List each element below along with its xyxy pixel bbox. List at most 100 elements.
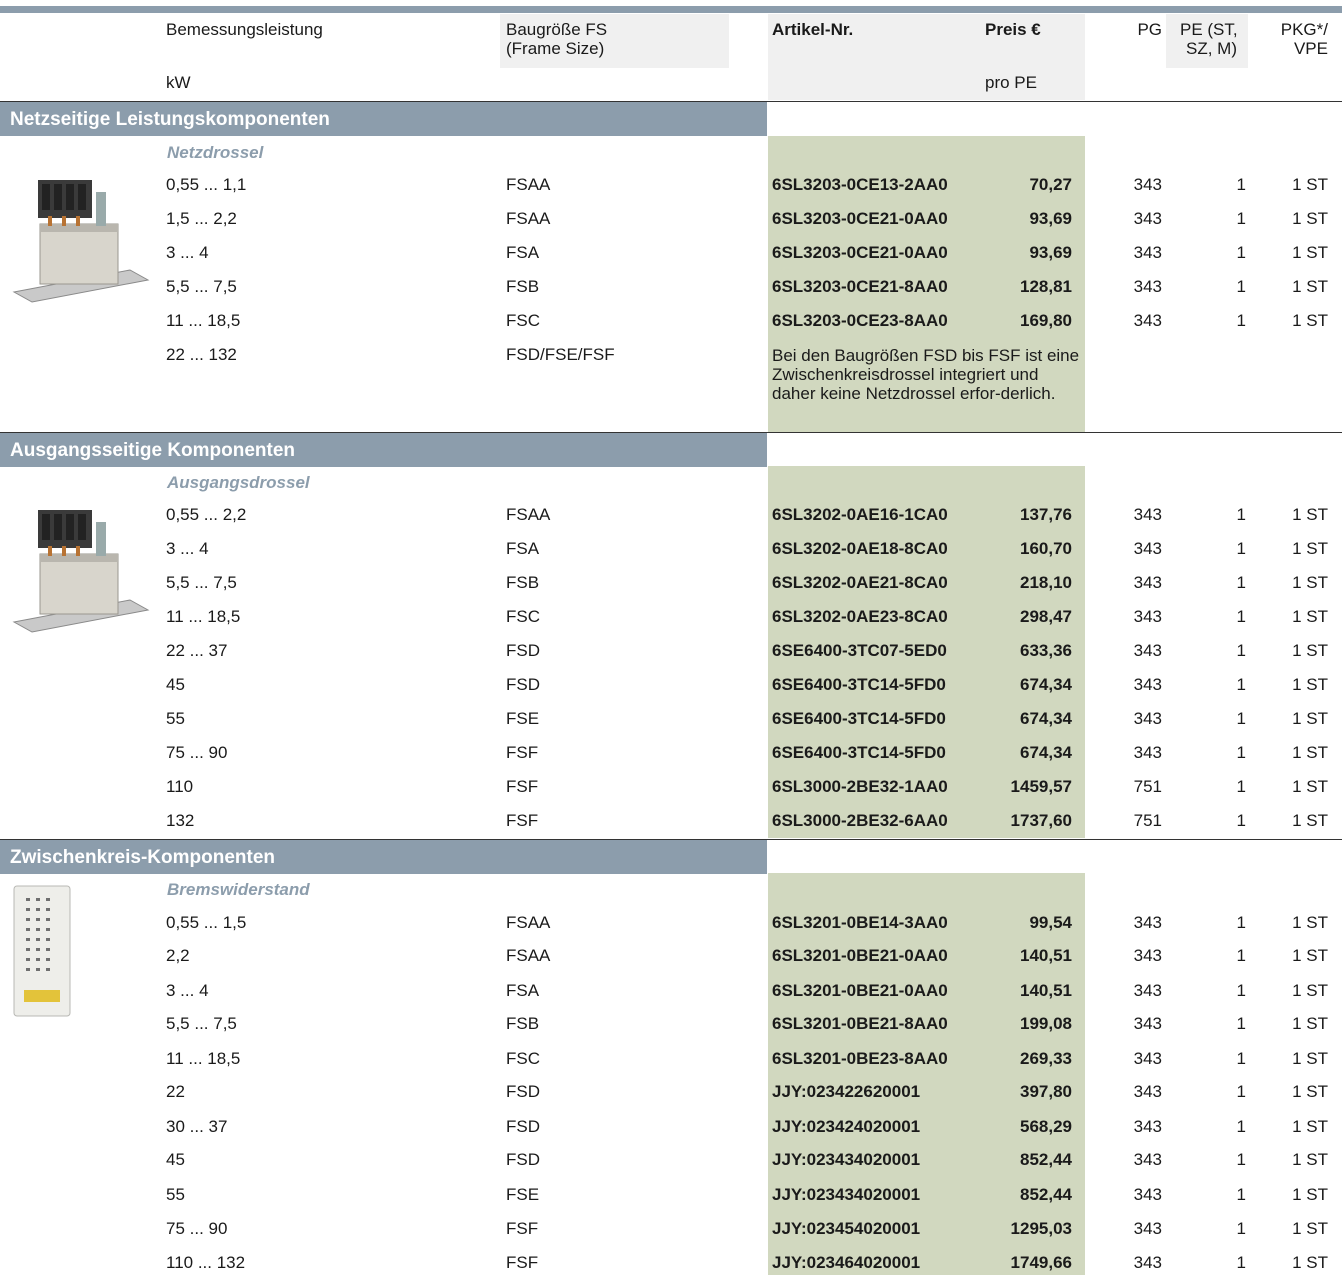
cell-pkg: 1 ST bbox=[1292, 1117, 1328, 1136]
cell-price: 93,69 bbox=[1029, 209, 1072, 228]
cell-kw: 55 bbox=[166, 1185, 185, 1204]
table-row: 11 ... 18,5 FSC 6SL3203-0CE23-8AA0 169,8… bbox=[0, 304, 1342, 338]
cell-frame-size: FSA bbox=[506, 539, 540, 558]
cell-frame-size: FSB bbox=[506, 1014, 540, 1033]
cell-kw: 45 bbox=[166, 1150, 185, 1169]
cell-pe: 1 bbox=[1236, 743, 1246, 762]
cell-frame-size: FSA bbox=[506, 981, 540, 1000]
header-frame-size-line1: Baugröße FS bbox=[506, 20, 608, 39]
cell-article: 6SL3202-0AE16-1CA0 bbox=[772, 505, 948, 524]
cell-kw: 30 ... 37 bbox=[166, 1117, 228, 1136]
cell-frame-size: FSF bbox=[506, 1219, 539, 1238]
cell-pe: 1 bbox=[1236, 981, 1246, 1000]
cell-pkg: 1 ST bbox=[1292, 1014, 1328, 1033]
cell-article: 6SL3201-0BE21-0AA0 bbox=[772, 981, 948, 1000]
cell-pg: 343 bbox=[1133, 573, 1162, 592]
cell-pe: 1 bbox=[1236, 913, 1246, 932]
cell-kw: 5,5 ... 7,5 bbox=[166, 1014, 237, 1033]
cell-frame-size: FSC bbox=[506, 1049, 540, 1068]
cell-pg: 343 bbox=[1133, 209, 1162, 228]
cell-frame-size: FSA bbox=[506, 243, 540, 262]
cell-pe: 1 bbox=[1236, 1185, 1246, 1204]
cell-price: 160,70 bbox=[1020, 539, 1072, 558]
cell-article: 6SE6400-3TC07-5ED0 bbox=[772, 641, 947, 660]
cell-pg: 343 bbox=[1133, 1150, 1162, 1169]
cell-kw: 1,5 ... 2,2 bbox=[166, 209, 237, 228]
cell-pkg: 1 ST bbox=[1292, 277, 1328, 296]
header-pkg-line1: PKG*/ bbox=[1280, 20, 1328, 39]
table-row: 11 ... 18,5 FSC 6SL3202-0AE23-8CA0 298,4… bbox=[0, 600, 1342, 634]
cell-kw: 0,55 ... 1,5 bbox=[166, 913, 247, 932]
cell-article: JJY:023424020001 bbox=[772, 1117, 921, 1136]
cell-frame-size: FSD bbox=[506, 1082, 540, 1101]
cell-kw: 75 ... 90 bbox=[166, 1219, 228, 1238]
cell-pkg: 1 ST bbox=[1292, 243, 1328, 262]
cell-pg: 343 bbox=[1133, 1014, 1162, 1033]
header-bemessungsleistung: Bemessungsleistung bbox=[166, 20, 323, 39]
cell-pg: 343 bbox=[1133, 505, 1162, 524]
cell-pg: 343 bbox=[1133, 913, 1162, 932]
cell-pe: 1 bbox=[1236, 539, 1246, 558]
cell-price: 674,34 bbox=[1020, 709, 1072, 728]
cell-pg: 751 bbox=[1133, 777, 1162, 796]
cell-pe: 1 bbox=[1236, 505, 1246, 524]
header-pg: PG bbox=[1137, 20, 1162, 39]
header-frame-size-line2: (Frame Size) bbox=[506, 39, 605, 58]
cell-price: 269,33 bbox=[1020, 1049, 1072, 1068]
cell-kw: 45 bbox=[166, 675, 185, 694]
cell-price: 852,44 bbox=[1020, 1185, 1072, 1204]
section-header-netzseitige: Netzseitige Leistungskomponenten bbox=[0, 101, 1342, 136]
cell-kw: 0,55 ... 1,1 bbox=[166, 175, 247, 194]
cell-pe: 1 bbox=[1236, 175, 1246, 194]
cell-kw: 3 ... 4 bbox=[166, 243, 209, 262]
cell-pg: 343 bbox=[1133, 175, 1162, 194]
cell-pg: 343 bbox=[1133, 1253, 1162, 1272]
cell-pkg: 1 ST bbox=[1292, 505, 1328, 524]
cell-price: 1295,03 bbox=[1010, 1219, 1072, 1238]
header-pkg-line2: VPE bbox=[1293, 39, 1328, 58]
cell-pkg: 1 ST bbox=[1292, 1219, 1328, 1238]
cell-kw: 11 ... 18,5 bbox=[166, 311, 241, 330]
subsection-title: Bremswiderstand bbox=[167, 880, 310, 899]
cell-kw: 55 bbox=[166, 709, 185, 728]
table-row: 22 ... 132 FSD/FSE/FSF bbox=[0, 338, 1342, 372]
cell-price: 633,36 bbox=[1020, 641, 1072, 660]
cell-pe: 1 bbox=[1236, 641, 1246, 660]
cell-article: 6SL3202-0AE18-8CA0 bbox=[772, 539, 948, 558]
table-row: 55 FSE JJY:023434020001 852,44 343 1 1 S… bbox=[0, 1178, 1342, 1212]
cell-kw: 3 ... 4 bbox=[166, 981, 209, 1000]
cell-pg: 343 bbox=[1133, 1185, 1162, 1204]
cell-article: 6SL3203-0CE21-0AA0 bbox=[772, 243, 948, 262]
cell-article: JJY:023464020001 bbox=[772, 1253, 921, 1272]
table-row: 1,5 ... 2,2 FSAA 6SL3203-0CE21-0AA0 93,6… bbox=[0, 202, 1342, 236]
cell-frame-size: FSF bbox=[506, 777, 539, 796]
cell-frame-size: FSAA bbox=[506, 209, 551, 228]
cell-pg: 343 bbox=[1133, 743, 1162, 762]
cell-price: 1737,60 bbox=[1010, 811, 1072, 830]
cell-pkg: 1 ST bbox=[1292, 573, 1328, 592]
cell-pe: 1 bbox=[1236, 777, 1246, 796]
cell-pkg: 1 ST bbox=[1292, 946, 1328, 965]
table-row: 3 ... 4 FSA 6SL3201-0BE21-0AA0 140,51 34… bbox=[0, 974, 1342, 1008]
cell-pg: 343 bbox=[1133, 981, 1162, 1000]
cell-pkg: 1 ST bbox=[1292, 709, 1328, 728]
cell-price: 128,81 bbox=[1020, 277, 1072, 296]
cell-pkg: 1 ST bbox=[1292, 175, 1328, 194]
cell-kw: 22 ... 132 bbox=[166, 345, 237, 364]
cell-pkg: 1 ST bbox=[1292, 311, 1328, 330]
cell-pg: 343 bbox=[1133, 1082, 1162, 1101]
cell-pkg: 1 ST bbox=[1292, 811, 1328, 830]
table-row: 45 FSD 6SE6400-3TC14-5FD0 674,34 343 1 1… bbox=[0, 668, 1342, 702]
cell-frame-size: FSD bbox=[506, 675, 540, 694]
cell-pg: 343 bbox=[1133, 607, 1162, 626]
cell-frame-size: FSAA bbox=[506, 175, 551, 194]
cell-pe: 1 bbox=[1236, 277, 1246, 296]
header-price: Preis € bbox=[985, 20, 1041, 39]
table-row: 2,2 FSAA 6SL3201-0BE21-0AA0 140,51 343 1… bbox=[0, 939, 1342, 973]
cell-pkg: 1 ST bbox=[1292, 675, 1328, 694]
table-row: 22 FSD JJY:023422620001 397,80 343 1 1 S… bbox=[0, 1075, 1342, 1109]
cell-frame-size: FSE bbox=[506, 1185, 540, 1204]
cell-frame-size: FSF bbox=[506, 1253, 539, 1272]
table-row: 11 ... 18,5 FSC 6SL3201-0BE23-8AA0 269,3… bbox=[0, 1042, 1342, 1076]
cell-pg: 343 bbox=[1133, 641, 1162, 660]
